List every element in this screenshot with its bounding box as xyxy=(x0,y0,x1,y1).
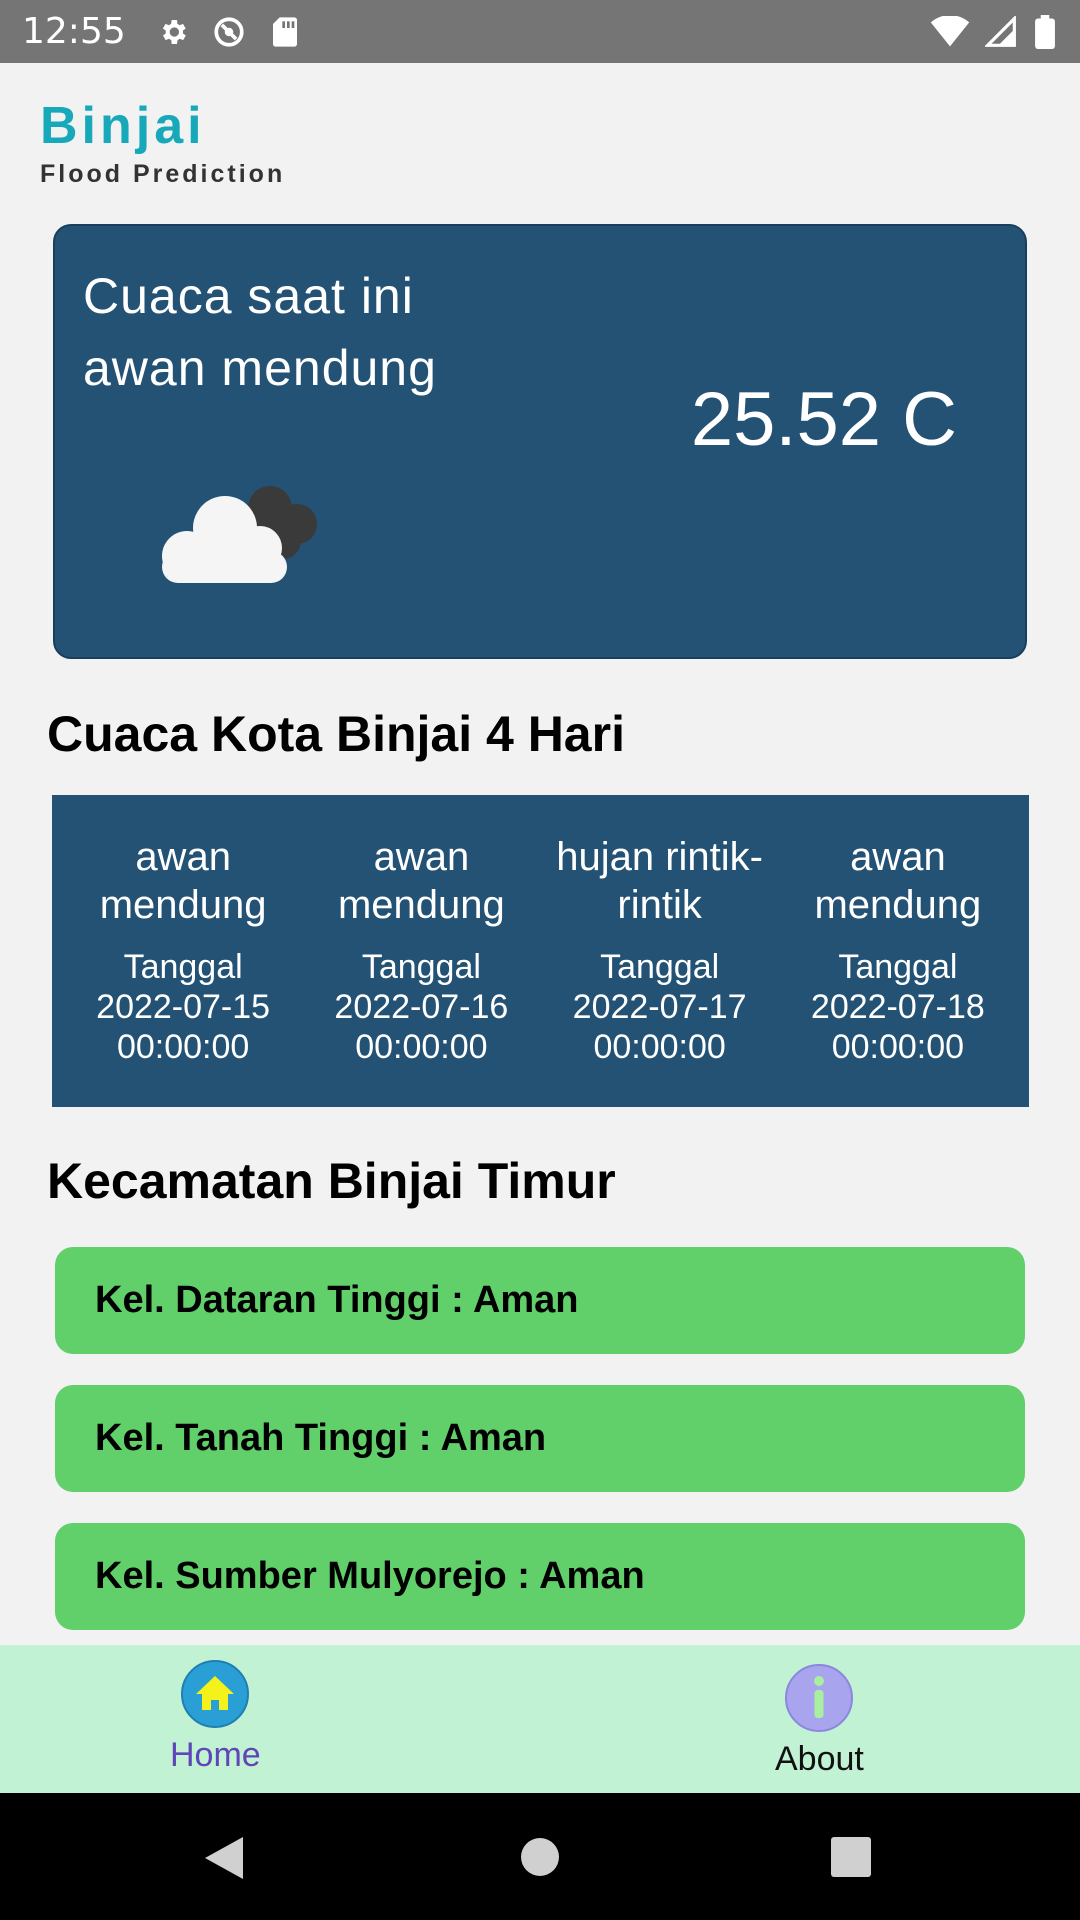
forecast-date-value: 2022-07-17 xyxy=(572,988,747,1026)
nav-home-label: Home xyxy=(170,1736,261,1774)
forecast-day: awan mendung Tanggal 2022-07-16 00:00:00 xyxy=(302,795,540,1107)
home-circle-icon[interactable] xyxy=(520,1837,560,1882)
forecast-date-value: 2022-07-15 xyxy=(96,988,271,1026)
forecast-date: Tanggal 2022-07-15 00:00:00 xyxy=(64,947,302,1067)
forecast-time-value: 00:00:00 xyxy=(355,1028,488,1066)
app-header: Binjai Flood Prediction xyxy=(40,96,285,189)
district-status-item[interactable]: Kel. Dataran Tinggi : Aman xyxy=(55,1247,1025,1354)
forecast-date-label: Tanggal xyxy=(838,948,958,986)
gear-icon xyxy=(156,15,190,49)
current-weather-text: Cuaca saat ini awan mendung xyxy=(83,260,437,404)
app-title: Binjai xyxy=(40,97,206,155)
nav-home[interactable]: Home xyxy=(170,1659,261,1775)
forecast-date-label: Tanggal xyxy=(600,948,720,986)
status-right-icons xyxy=(930,14,1058,49)
forecast-description: awan mendung xyxy=(337,835,505,927)
forecast-time-value: 00:00:00 xyxy=(593,1028,726,1066)
forecast-day: awan mendung Tanggal 2022-07-18 00:00:00 xyxy=(779,795,1017,1107)
info-icon xyxy=(784,1663,854,1738)
forecast-day: awan mendung Tanggal 2022-07-15 00:00:00 xyxy=(64,795,302,1107)
battery-icon xyxy=(1032,14,1058,49)
nav-about[interactable]: About xyxy=(775,1663,864,1779)
forecast-date-value: 2022-07-16 xyxy=(334,988,509,1026)
cloudy-icon xyxy=(135,466,335,596)
status-left-icons xyxy=(156,15,302,49)
wifi-icon xyxy=(930,15,970,49)
district-title: Kecamatan Binjai Timur xyxy=(47,1153,616,1209)
forecast-day: hujan rintik-rintik Tanggal 2022-07-17 0… xyxy=(541,795,779,1107)
forecast-date-value: 2022-07-18 xyxy=(810,988,985,1026)
district-status-item[interactable]: Kel. Tanah Tinggi : Aman xyxy=(55,1385,1025,1492)
forecast-description: hujan rintik-rintik xyxy=(556,835,763,927)
sd-card-icon xyxy=(268,15,302,49)
forecast-date-label: Tanggal xyxy=(123,948,243,986)
bottom-navigation: Home About xyxy=(0,1645,1080,1793)
forecast-date: Tanggal 2022-07-17 00:00:00 xyxy=(541,947,779,1067)
home-icon xyxy=(180,1659,250,1734)
district-status-label: Kel. Sumber Mulyorejo : Aman xyxy=(95,1555,645,1597)
forecast-time-value: 00:00:00 xyxy=(116,1028,250,1066)
current-weather-description: awan mendung xyxy=(83,340,437,396)
current-weather-card: Cuaca saat ini awan mendung 25.52 C xyxy=(53,224,1027,659)
back-icon[interactable] xyxy=(203,1835,245,1886)
status-time: 12:55 xyxy=(22,11,126,52)
forecast-title: Cuaca Kota Binjai 4 Hari xyxy=(47,706,625,762)
system-navigation-bar xyxy=(0,1793,1080,1920)
district-status-label: Kel. Tanah Tinggi : Aman xyxy=(95,1417,547,1459)
district-status-item[interactable]: Kel. Sumber Mulyorejo : Aman xyxy=(55,1523,1025,1630)
forecast-time-value: 00:00:00 xyxy=(831,1028,965,1066)
forecast-grid: awan mendung Tanggal 2022-07-15 00:00:00… xyxy=(52,795,1029,1107)
app-subtitle: Flood Prediction xyxy=(40,160,286,188)
forecast-date: Tanggal 2022-07-18 00:00:00 xyxy=(779,947,1017,1067)
status-bar: 12:55 xyxy=(0,0,1080,63)
nav-about-label: About xyxy=(775,1740,864,1778)
recents-icon[interactable] xyxy=(831,1837,871,1882)
district-status-label: Kel. Dataran Tinggi : Aman xyxy=(95,1279,579,1321)
signal-icon xyxy=(984,15,1018,49)
forecast-date-label: Tanggal xyxy=(361,948,481,986)
current-temperature: 25.52 C xyxy=(690,377,957,462)
forecast-description: awan mendung xyxy=(99,835,267,927)
forecast-description: awan mendung xyxy=(814,835,982,927)
current-weather-label: Cuaca saat ini xyxy=(83,268,414,324)
forecast-date: Tanggal 2022-07-16 00:00:00 xyxy=(302,947,540,1067)
no-sync-icon xyxy=(212,15,246,49)
